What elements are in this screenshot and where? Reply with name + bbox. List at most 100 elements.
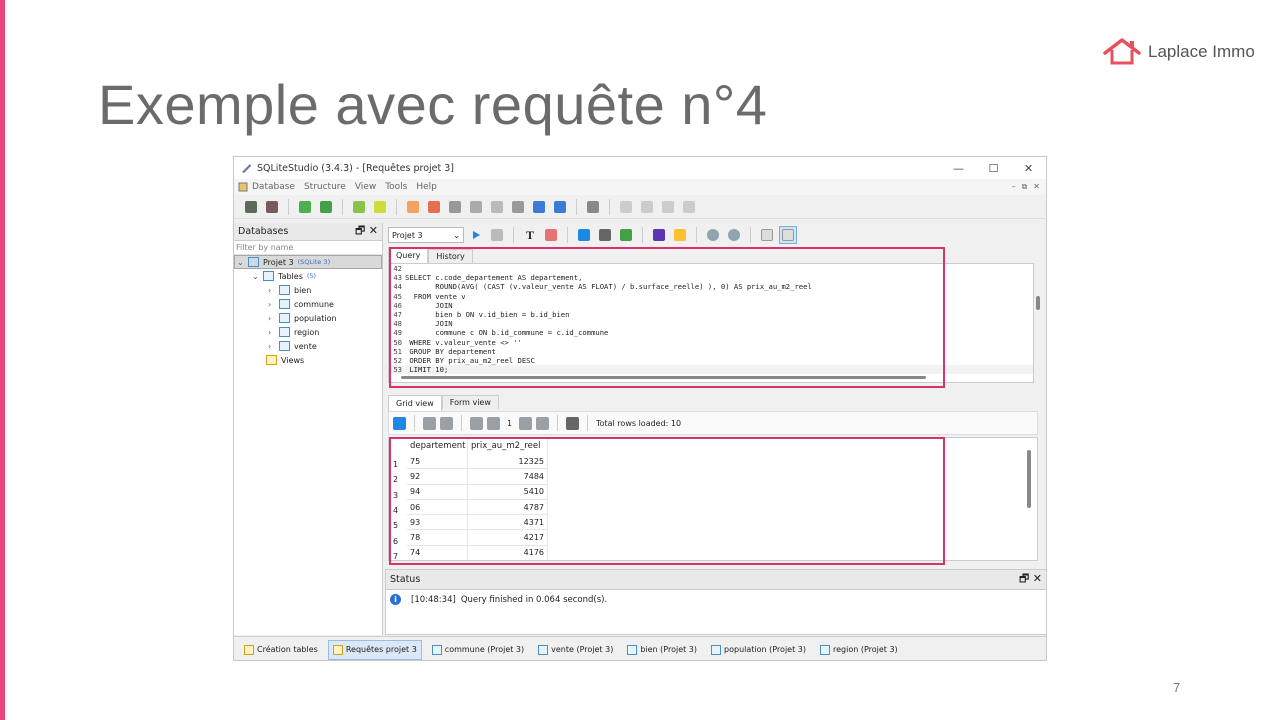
total-rows-label: Total rows loaded: 10 [596,418,682,428]
task-vente[interactable]: vente (Projet 3) [534,640,617,660]
refresh-results-icon[interactable] [393,416,406,430]
export-results-icon[interactable] [566,416,580,430]
ddl-history-icon[interactable] [509,198,527,216]
menu-view[interactable]: View [355,182,376,192]
open-file-icon[interactable] [671,226,689,244]
disconnect-icon[interactable] [263,198,281,216]
tree-views[interactable]: Views [234,353,382,367]
panel-controls-icon[interactable]: 🗗 ✕ [355,222,382,241]
connect-icon[interactable] [242,198,260,216]
query-highlight-box [389,247,945,388]
task-requetes-projet-3[interactable]: Requêtes projet 3 [327,639,422,660]
chevron-down-icon[interactable]: ⌄ [237,258,248,267]
format-sql-icon[interactable]: T [521,226,539,244]
chevron-right-icon[interactable]: › [268,300,279,309]
views-icon [266,355,277,365]
menu-help[interactable]: Help [416,182,437,192]
print-icon[interactable] [596,226,614,244]
tree-table-bien[interactable]: › bien [234,283,382,297]
remove-database-icon[interactable] [317,198,335,216]
export-icon[interactable] [425,198,443,216]
rollback-icon[interactable] [440,416,453,430]
clear-query-icon[interactable] [542,226,560,244]
last-page-icon[interactable] [536,416,550,430]
add-database-icon[interactable] [296,198,314,216]
find-icon[interactable] [704,226,722,244]
collations-icon[interactable] [467,198,485,216]
execute-all-icon[interactable] [575,226,593,244]
menu-tools[interactable]: Tools [385,182,407,192]
table-icon [711,644,722,655]
app-icon [242,164,251,173]
tree-table-population[interactable]: › population [234,311,382,325]
tree-table-region[interactable]: › region [234,325,382,339]
first-page-icon[interactable] [470,416,483,430]
functions-icon[interactable] [446,198,464,216]
tab-grid-view[interactable]: Grid view [388,395,442,411]
sql-editor-area: Projet 3 ⌄ T Query History 42 43 SELECT c.c… [385,223,1047,565]
save-icon[interactable] [650,226,668,244]
panel-controls-icon[interactable]: 🗗 ✕ [1019,570,1046,589]
close-button[interactable]: ✕ [1011,162,1046,175]
layout-horizontal-icon[interactable] [779,226,797,244]
refresh-icon[interactable] [350,198,368,216]
tab-form-view[interactable]: Form view [441,395,499,409]
tile-icon[interactable] [530,198,548,216]
task-commune[interactable]: commune (Projet 3) [428,640,528,660]
databases-title: Databases [238,226,289,237]
task-bien[interactable]: bien (Projet 3) [623,640,701,660]
task-creation-tables[interactable]: Création tables [240,640,322,660]
slide-accent-bar [0,0,5,720]
chevron-right-icon[interactable]: › [268,286,279,295]
logo: Laplace Immo [1102,38,1255,66]
editor-scrollbar[interactable] [1036,296,1040,310]
results-highlight-box [389,437,945,565]
database-select[interactable]: Projet 3 ⌄ [388,227,464,243]
import-sql-icon[interactable] [617,226,635,244]
chevron-right-icon[interactable]: › [268,328,279,337]
menu-database[interactable]: Database [252,182,295,192]
execute-query-icon[interactable] [467,226,485,244]
chevron-right-icon[interactable]: › [268,342,279,351]
cascade-icon[interactable] [551,198,569,216]
table-icon [627,644,638,655]
sql-editor-icon[interactable] [404,198,422,216]
filter-input[interactable]: Filter by name [234,241,382,255]
import-icon[interactable] [371,198,389,216]
layout-2-icon[interactable] [638,198,656,216]
menu-bar: Database Structure View Tools Help – ⧉ ✕ [234,179,1046,195]
commit-icon[interactable] [423,416,436,430]
extensions-icon[interactable] [488,198,506,216]
status-title: Status [390,574,421,585]
page-number-field[interactable]: 1 [504,419,515,428]
layout-3-icon[interactable] [659,198,677,216]
grid-scrollbar[interactable] [1027,450,1031,508]
mdi-close-button[interactable]: ✕ [1033,182,1040,192]
tree-table-vente[interactable]: › vente [234,339,382,353]
minimize-button[interactable]: — [941,162,976,175]
next-page-icon[interactable] [519,416,533,430]
chevron-down-icon[interactable]: ⌄ [252,272,263,281]
prev-page-icon[interactable] [487,416,500,430]
maximize-button[interactable]: ☐ [976,162,1011,175]
mdi-minimize-button[interactable]: – [1012,182,1016,192]
info-icon: i [390,594,401,605]
chevron-right-icon[interactable]: › [268,314,279,323]
layout-4-icon[interactable] [680,198,698,216]
explain-query-icon[interactable] [488,226,506,244]
table-icon [279,299,290,309]
tree-database[interactable]: ⌄ Projet 3 (SQLite 3) [234,255,382,269]
config-icon[interactable] [584,198,602,216]
mdi-restore-button[interactable]: ⧉ [1022,182,1028,192]
task-population[interactable]: population (Projet 3) [707,640,810,660]
layout-vertical-icon[interactable] [758,226,776,244]
tree-table-commune[interactable]: › commune [234,297,382,311]
task-region[interactable]: region (Projet 3) [816,640,902,660]
find-replace-icon[interactable] [725,226,743,244]
tree-tables[interactable]: ⌄ Tables (5) [234,269,382,283]
menu-structure[interactable]: Structure [304,182,346,192]
status-header: Status 🗗 ✕ [386,570,1046,590]
layout-1-icon[interactable] [617,198,635,216]
status-message: i [10:48:34] Query finished in 0.064 sec… [386,590,1046,609]
page-number: 7 [1173,680,1181,695]
